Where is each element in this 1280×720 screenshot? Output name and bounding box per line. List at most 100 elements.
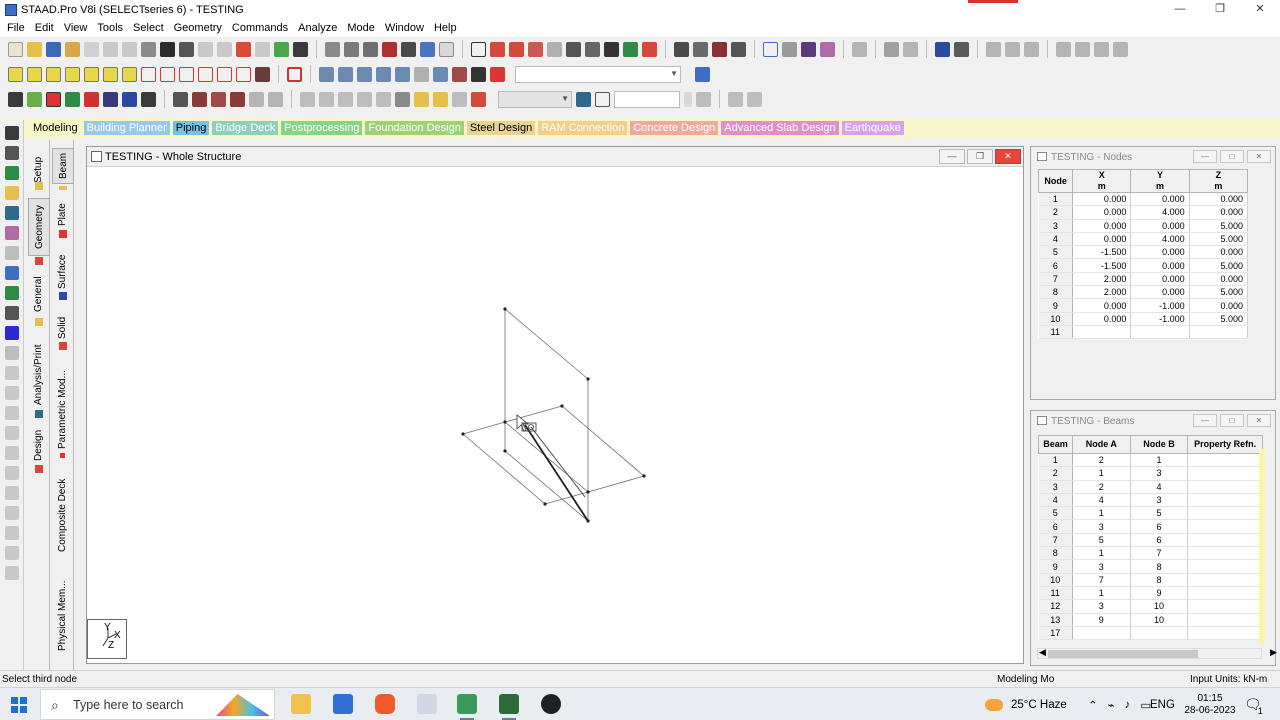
subtab-surface[interactable]: Surface — [52, 252, 74, 292]
undo-icon[interactable] — [160, 41, 175, 57]
menu-mode[interactable]: Mode — [342, 22, 380, 34]
page-tab-general[interactable]: General — [28, 270, 50, 318]
table-row[interactable]: 1 0.000 0.000 0.000 — [1038, 192, 1249, 207]
undo-arrow-icon[interactable] — [179, 41, 194, 57]
cursor-icon[interactable] — [5, 146, 19, 160]
beam-data-cell[interactable] — [1130, 626, 1189, 641]
node-id-cell[interactable]: 8 — [1038, 285, 1074, 300]
node-coord-cell[interactable]: 0.000 — [1072, 219, 1132, 233]
node-coord-cell[interactable]: -1.000 — [1130, 298, 1190, 313]
table-row[interactable]: 9 0.000 -1.000 0.000 — [1038, 298, 1249, 313]
zoom-in-icon[interactable] — [319, 66, 334, 82]
volume-icon[interactable]: ♪ — [1125, 699, 1131, 711]
beam-data-cell[interactable]: 10 — [1130, 613, 1189, 627]
node-coord-cell[interactable]: 0.000 — [1072, 312, 1132, 326]
select-beams-icon[interactable] — [27, 91, 42, 107]
help-box-icon[interactable] — [595, 91, 610, 107]
node-id-cell[interactable]: 11 — [1038, 325, 1074, 340]
cut-icon[interactable] — [103, 41, 118, 57]
table-row[interactable]: 17 — [1038, 626, 1263, 641]
close-button[interactable]: ✕ — [1240, 0, 1280, 19]
taskbar-search-box[interactable]: ⌕ Type here to search — [40, 689, 275, 720]
rotate-geometry-icon[interactable] — [357, 91, 372, 107]
node-coord-cell[interactable]: 0.000 — [1130, 219, 1190, 233]
mode-tab-postprocessing[interactable]: Postprocessing — [281, 121, 363, 135]
beams-maximize-button[interactable]: □ — [1220, 414, 1244, 427]
delete-icon[interactable] — [141, 41, 156, 57]
tool-5-icon[interactable] — [5, 446, 19, 460]
new-file-icon[interactable] — [8, 41, 23, 57]
dynamic-rotate-icon[interactable] — [255, 66, 270, 82]
brave-browser-icon[interactable] — [375, 694, 395, 714]
node-coord-cell[interactable]: 0.000 — [1072, 205, 1132, 220]
copy-structure-icon[interactable] — [986, 41, 1001, 57]
report-icon[interactable] — [363, 41, 378, 57]
left-view-icon[interactable] — [65, 66, 80, 82]
mode-tab-foundation-design[interactable]: Foundation Design — [365, 121, 464, 135]
node-coord-cell[interactable]: -1.500 — [1072, 258, 1132, 273]
nodes-close-button[interactable]: ✕ — [1247, 150, 1271, 163]
page-tab-analysis-print[interactable]: Analysis/Print — [28, 340, 50, 410]
beam-data-cell[interactable] — [1072, 626, 1131, 641]
tool-6-icon[interactable] — [5, 466, 19, 480]
eye-icon[interactable] — [801, 41, 816, 57]
table-row[interactable]: 3 0.000 0.000 5.000 — [1038, 219, 1249, 233]
beam-data-cell[interactable]: 5 — [1072, 533, 1131, 548]
top-view-icon[interactable] — [103, 66, 118, 82]
measure-icon[interactable] — [566, 41, 581, 57]
zoom-dynamic-icon[interactable] — [414, 66, 429, 82]
back-view-icon[interactable] — [46, 66, 61, 82]
beams-table-window[interactable]: TESTING - Beams — □ ✕ Beam Node A Node B… — [1030, 410, 1277, 666]
snap-node-icon[interactable] — [211, 91, 226, 107]
table-row[interactable]: 213 — [1038, 466, 1263, 481]
help-icon[interactable] — [604, 41, 619, 57]
node-id-cell[interactable]: 2 — [1038, 205, 1074, 220]
node-id-cell[interactable]: 5 — [1038, 245, 1074, 260]
beam-data-cell[interactable]: 3 — [1072, 519, 1131, 534]
beams-close-button[interactable]: ✕ — [1247, 414, 1271, 427]
node-coord-cell[interactable]: 4.000 — [1130, 232, 1190, 247]
node-coord-cell[interactable] — [1189, 325, 1249, 340]
mode-tab-advanced-slab-design[interactable]: Advanced Slab Design — [721, 121, 839, 135]
grid-icon[interactable] — [274, 41, 289, 57]
beam-data-cell[interactable] — [1187, 519, 1263, 534]
snap-grid-icon[interactable] — [230, 91, 245, 107]
beam-data-cell[interactable] — [1187, 573, 1263, 587]
member-cursor-icon[interactable] — [5, 266, 19, 280]
table-row[interactable]: 636 — [1038, 519, 1263, 534]
mode-tab-bridge-deck[interactable]: Bridge Deck — [212, 121, 279, 135]
node-coord-cell[interactable]: 5.000 — [1189, 312, 1249, 326]
zoom-pan-icon[interactable] — [433, 66, 448, 82]
node-coord-cell[interactable]: -1.500 — [1072, 245, 1132, 260]
beam-data-cell[interactable]: 7 — [1130, 546, 1189, 561]
page-tab-geometry[interactable]: Geometry — [28, 198, 50, 256]
nodes-minimize-button[interactable]: — — [1193, 150, 1217, 163]
beam-id-cell[interactable]: 1 — [1038, 453, 1073, 468]
structure-icon[interactable] — [747, 91, 762, 107]
menu-view[interactable]: View — [59, 22, 93, 34]
node-coord-cell[interactable]: 0.000 — [1130, 272, 1190, 287]
node-number-icon[interactable] — [528, 41, 543, 57]
select-geometry-icon[interactable] — [103, 91, 118, 107]
table-row[interactable]: 10 7 8 — [1038, 573, 1263, 587]
add-node-icon[interactable] — [5, 326, 19, 340]
surface-cursor-icon[interactable] — [5, 206, 19, 220]
subtab-parametric-models[interactable]: Parametric Mod... — [52, 370, 74, 450]
circular-repeat-icon[interactable] — [414, 91, 429, 107]
zoom-window-icon[interactable] — [338, 66, 353, 82]
table-row[interactable]: 11 1 9 — [1038, 586, 1263, 601]
frame-icon[interactable] — [471, 41, 486, 57]
pointer-icon[interactable] — [5, 126, 19, 140]
node-coord-cell[interactable]: 5.000 — [1189, 285, 1249, 300]
beam-id-cell[interactable]: 17 — [1038, 626, 1073, 641]
beam-data-cell[interactable]: 1 — [1130, 453, 1189, 468]
node-coord-cell[interactable] — [1130, 325, 1190, 340]
value-input[interactable] — [614, 90, 680, 108]
rotate-icon[interactable] — [712, 41, 727, 57]
break-icon[interactable] — [338, 91, 353, 107]
beam-data-cell[interactable]: 6 — [1130, 533, 1189, 548]
table-row[interactable]: 6 -1.500 0.000 5.000 — [1038, 258, 1249, 273]
structure-view-window[interactable]: TESTING - Whole Structure — ❐ ✕ Y X Z — [86, 146, 1024, 664]
node-coord-cell[interactable] — [1072, 325, 1132, 340]
beam-data-cell[interactable] — [1187, 493, 1263, 508]
